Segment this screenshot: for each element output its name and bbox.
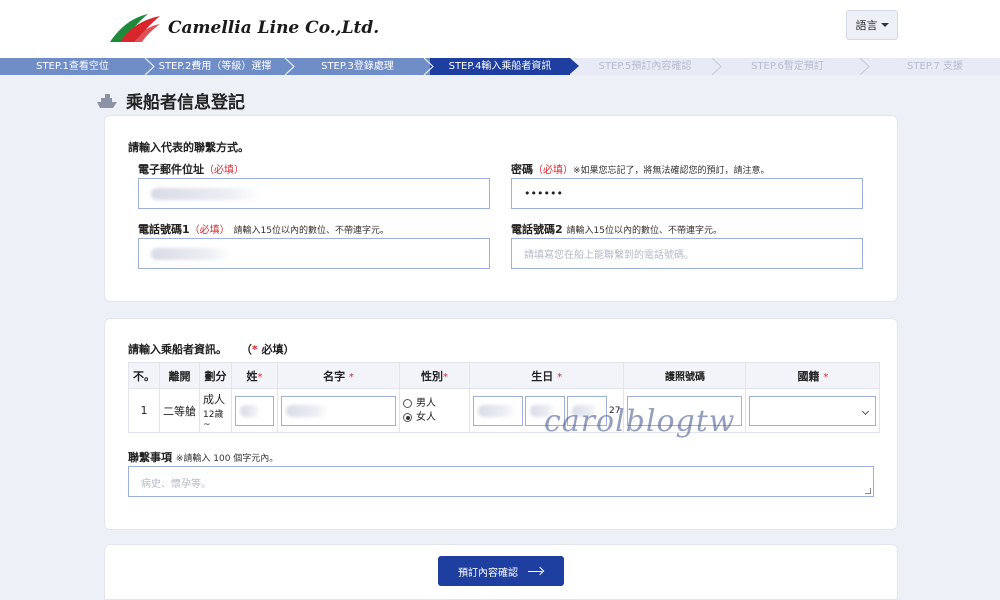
row-category: 成人 12歲~ — [199, 388, 232, 433]
surname-input[interactable] — [235, 395, 274, 426]
contact-section-title: 請輸入代表的聯繫方式。 — [128, 141, 249, 154]
birth-year-input[interactable] — [473, 395, 523, 426]
phone2-field[interactable]: 請填寫您在船上能聯繫到的電話號碼。 — [511, 238, 863, 269]
col-given-name: 名字 * — [277, 362, 400, 389]
language-label: 語言 — [855, 19, 878, 32]
remarks-textarea[interactable]: 病史、懷孕等。 — [128, 466, 874, 497]
step-progress-bar: STEP.1查看空位 STEP.2費用（等級）選擇 STEP.3登錄處理 STE… — [0, 58, 1000, 75]
passenger-section-title: 請輸入乘船者資訊。 （* 必填） — [128, 343, 295, 356]
given-name-input[interactable] — [281, 395, 396, 426]
table-row: 1 二等艙 成人 12歲~ 男人 女人 27 — [128, 388, 881, 433]
password-value: •••••• — [524, 187, 563, 200]
redacted-value — [286, 404, 328, 417]
remarks-placeholder: 病史、懷孕等。 — [141, 479, 211, 490]
col-no: 不。 — [128, 362, 160, 389]
row-cabin: 二等艙 — [159, 388, 200, 433]
row-given-name-cell — [277, 388, 400, 433]
phone1-field[interactable] — [138, 238, 490, 269]
col-category: 劃分 — [199, 362, 232, 389]
gender-male-radio[interactable]: 男人 — [403, 397, 466, 411]
phone1-label: 電話號碼1（必填） 請輸入15位以內的數位、不帶連字元。 — [138, 223, 389, 236]
remarks-label: 聯繫事項 ※請輸入 100 個字元內。 — [128, 451, 279, 464]
header: Camellia Line Co.,Ltd. 語言 — [0, 0, 1000, 58]
confirm-booking-button[interactable]: 預訂內容確認 — [438, 556, 564, 586]
language-button[interactable]: 語言 — [846, 10, 898, 40]
col-nationality: 國籍 * — [745, 362, 881, 389]
caret-down-icon — [880, 23, 889, 27]
passenger-table: 不。 離開 劃分 姓* 名字 * 性別* 生日 * 護照號碼 國籍 * 1 二等… — [128, 362, 881, 433]
brand-name: Camellia Line Co.,Ltd. — [168, 18, 380, 38]
radio-checked-icon — [403, 413, 412, 422]
row-surname-cell — [231, 388, 278, 433]
col-birthday: 生日 * — [468, 362, 625, 389]
company-logo[interactable]: Camellia Line Co.,Ltd. — [108, 10, 379, 46]
watermark: carolblogtw — [544, 404, 736, 439]
category-sub: 12歲~ — [203, 410, 224, 430]
page-title: 乘船者信息登記 — [126, 93, 245, 113]
redacted-value — [240, 404, 260, 417]
row-no: 1 — [128, 388, 160, 433]
category-label: 成人 — [203, 393, 225, 406]
camellia-logo-icon — [110, 14, 160, 42]
col-gender: 性別* — [399, 362, 470, 389]
row-gender-cell: 男人 女人 — [399, 388, 470, 433]
gender-female-radio[interactable]: 女人 — [403, 411, 466, 425]
page-title-block: 乘船者信息登記 — [96, 88, 245, 113]
nationality-select[interactable] — [749, 395, 877, 426]
radio-icon — [403, 399, 412, 408]
password-field[interactable]: •••••• — [511, 178, 863, 209]
arrow-right-icon — [528, 567, 544, 575]
redacted-value — [478, 404, 516, 417]
col-passport: 護照號碼 — [623, 362, 747, 389]
email-label: 電子郵件位址（必填） — [138, 163, 244, 176]
row-nationality-cell — [745, 388, 881, 433]
redacted-value — [151, 187, 261, 200]
password-label: 密碼（必填）※如果您忘記了，將無法確認您的預訂，請注意。 — [511, 163, 770, 176]
col-cabin: 離開 — [159, 362, 200, 389]
phone2-label: 電話號碼2 請輸入15位以內的數位、不帶連字元。 — [511, 223, 722, 236]
table-header-row: 不。 離開 劃分 姓* 名字 * 性別* 生日 * 護照號碼 國籍 * — [128, 362, 881, 389]
step-separators — [144, 58, 870, 75]
redacted-value — [151, 247, 231, 260]
ship-icon — [97, 93, 117, 108]
phone2-placeholder: 請填寫您在船上能聯繫到的電話號碼。 — [524, 250, 694, 261]
col-surname: 姓* — [231, 362, 278, 389]
confirm-button-label: 預訂內容確認 — [458, 567, 518, 579]
resize-grip-icon[interactable] — [865, 488, 871, 494]
email-field[interactable] — [138, 178, 490, 209]
